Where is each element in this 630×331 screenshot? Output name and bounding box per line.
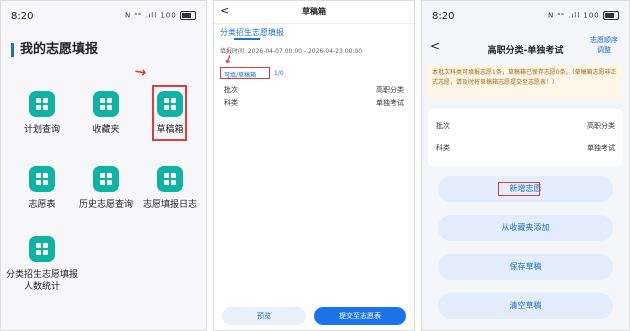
order-adjust-link[interactable]: 志愿顺序调整 (589, 35, 619, 55)
volunteer-table-icon (29, 166, 55, 192)
grid-item-volunteer-table[interactable]: 志愿表 (9, 166, 75, 211)
drafts-panel: < 草稿箱 分类招生志愿填报 填报时间: 2026-04-07 00:00 - … (213, 0, 415, 331)
status-time: 8:20 (11, 11, 34, 22)
statistics-icon (29, 236, 55, 262)
drafts-highlight-box (152, 85, 187, 141)
notice-banner: 本批次科类可填报志愿1条，草稿箱已保存志愿0条。（草稿箱志愿非正式志愿，请及时将… (428, 64, 623, 98)
drafts-header: < 草稿箱 (214, 1, 414, 24)
history-query-icon (93, 166, 119, 192)
clear-draft-button[interactable]: 清空草稿 (438, 293, 613, 319)
status-bar: 8:20 N ᵃᵃ .ıll 100 (1, 1, 206, 31)
info-row-subject: 科类 单独考试 (436, 143, 615, 153)
grid-item-label: 历史志愿查询 (78, 200, 133, 210)
page-title: 我的志愿填报 (11, 43, 98, 57)
grid-item-label: 收藏夹 (92, 125, 120, 135)
draft-count: 1/0 (274, 70, 284, 77)
row-label: 批次 (224, 86, 238, 94)
row-value: 高职分类 (376, 86, 404, 94)
row-label: 科类 (224, 99, 238, 107)
battery-icon (603, 11, 619, 20)
preview-button[interactable]: 预览 (222, 307, 306, 325)
row-label: 批次 (436, 122, 450, 130)
draft-status-label[interactable]: 可填/草稿箱 (222, 69, 258, 80)
status-time: 8:20 (432, 11, 455, 22)
log-icon (157, 166, 183, 192)
grid-item-log[interactable]: 志愿填报日志 (137, 166, 203, 211)
row-value: 单独考试 (376, 99, 404, 107)
pointer-arrow-icon: ↘ (131, 63, 151, 83)
grid-item-history-query[interactable]: 历史志愿查询 (73, 166, 139, 211)
grid-item-label: 分类招生志愿填报人数统计 (5, 270, 78, 292)
grid-item-favorites[interactable]: 收藏夹 (73, 91, 139, 136)
info-row-subject: 科类 单独考试 (224, 98, 404, 108)
info-card: 批次 高职分类 科类 单独考试 (428, 109, 623, 167)
status-bar: 8:20 N ᵃᵃ .ıll 100 (422, 1, 629, 31)
status-icons: N ᵃᵃ .ıll 100 (548, 11, 619, 20)
home-panel: 8:20 N ᵃᵃ .ıll 100 我的志愿填报 计划查询 收藏夹 草稿箱 ↘… (0, 0, 207, 331)
page-title: 草稿箱 (302, 7, 326, 16)
row-value: 高职分类 (587, 122, 615, 130)
draft-edit-panel: 8:20 N ᵃᵃ .ıll 100 < 高职分类-单独考试 志愿顺序调整 本批… (421, 0, 630, 331)
grid-item-plan-query[interactable]: 计划查询 (9, 91, 75, 136)
submit-to-table-button[interactable]: 提交至志愿表 (314, 307, 406, 325)
status-icons: N ᵃᵃ .ıll 100 (125, 11, 196, 20)
battery-icon (180, 11, 196, 20)
grid-item-statistics[interactable]: 分类招生志愿填报人数统计 (5, 236, 79, 293)
plan-query-icon (29, 91, 55, 117)
fill-time-range: 填报时间: 2026-04-07 00:00 - 2026-04-23 00:0… (220, 48, 363, 55)
info-row-batch: 批次 高职分类 (436, 121, 615, 131)
grid-item-label: 志愿填报日志 (142, 200, 197, 210)
grid-item-label: 计划查询 (23, 125, 60, 135)
add-from-favorites-button[interactable]: 从收藏夹添加 (438, 215, 613, 241)
row-value: 单独考试 (587, 144, 615, 152)
info-row-batch: 批次 高职分类 (224, 85, 404, 95)
row-label: 科类 (436, 144, 450, 152)
tab-category-enrollment[interactable]: 分类招生志愿填报 (220, 27, 284, 38)
save-draft-button[interactable]: 保存草稿 (438, 254, 613, 280)
grid-item-label: 志愿表 (28, 200, 56, 210)
favorites-icon (93, 91, 119, 117)
add-highlight-box (498, 182, 540, 196)
tab-underline (234, 38, 260, 40)
